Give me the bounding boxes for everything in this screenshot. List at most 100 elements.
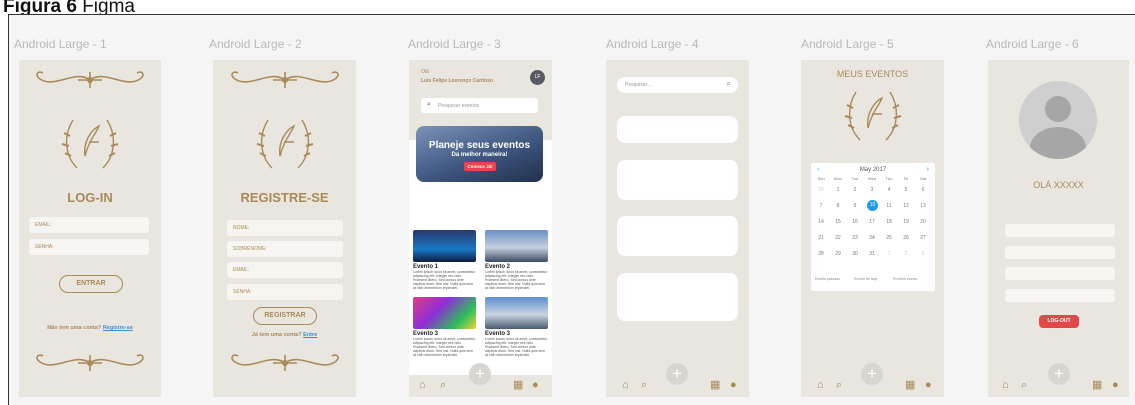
- calendar-day[interactable]: 2: [848, 187, 862, 193]
- add-event-button[interactable]: +: [469, 363, 491, 385]
- profile-field[interactable]: [1005, 246, 1115, 259]
- frame-label-4[interactable]: Android Large - 4: [606, 37, 699, 51]
- event-card[interactable]: Evento 1 Lorem ipsum dolor sit amet, con…: [413, 230, 476, 294]
- ornament-bottom-icon: [230, 354, 339, 371]
- frame-label-3[interactable]: Android Large - 3: [408, 37, 501, 51]
- search-icon[interactable]: ⌕: [836, 380, 842, 391]
- search-input[interactable]: Pesquisar... ⌕: [617, 77, 738, 93]
- profile-icon[interactable]: ●: [1112, 380, 1119, 391]
- calendar-day-selected[interactable]: 10: [867, 200, 878, 211]
- profile-field[interactable]: [1005, 224, 1115, 237]
- banner-start-button[interactable]: Comece Já!: [464, 162, 496, 171]
- calendar-day[interactable]: 31: [865, 251, 879, 257]
- calendar-day[interactable]: 27: [916, 235, 930, 241]
- calendar-day[interactable]: 4: [882, 187, 896, 193]
- calendar-day[interactable]: 1: [882, 251, 896, 257]
- calendar-day[interactable]: 19: [899, 219, 913, 225]
- calendar-icon[interactable]: ▦: [905, 380, 915, 391]
- calendar-day[interactable]: 6: [916, 187, 930, 193]
- register-button[interactable]: REGISTRAR: [253, 307, 317, 325]
- calendar-day[interactable]: 28: [814, 251, 828, 257]
- calendar-day[interactable]: 21: [814, 235, 828, 241]
- calendar-day[interactable]: 26: [899, 235, 913, 241]
- add-event-button[interactable]: +: [666, 363, 688, 385]
- home-icon[interactable]: ⌂: [1002, 380, 1009, 391]
- frame-label-2[interactable]: Android Large - 2: [209, 37, 302, 51]
- frame-label-5[interactable]: Android Large - 5: [801, 37, 894, 51]
- calendar-day[interactable]: 14: [814, 219, 828, 225]
- add-event-button[interactable]: +: [861, 363, 883, 385]
- profile-field[interactable]: [1005, 267, 1115, 280]
- home-icon[interactable]: ⌂: [622, 380, 629, 391]
- calendar-day[interactable]: 8: [831, 203, 845, 209]
- search-icon: ⌕: [726, 79, 731, 88]
- result-card[interactable]: [617, 273, 738, 321]
- calendar-day[interactable]: 16: [848, 219, 862, 225]
- frame-label-6[interactable]: Android Large - 6: [986, 37, 1079, 51]
- calendar-day[interactable]: 13: [916, 203, 930, 209]
- weekday-label: Mon: [834, 176, 842, 181]
- calendar-day[interactable]: 23: [848, 235, 862, 241]
- add-event-button[interactable]: +: [1048, 363, 1070, 385]
- avatar[interactable]: LF: [530, 70, 545, 85]
- name-field[interactable]: NOME:: [227, 220, 343, 236]
- calendar-day[interactable]: 1: [831, 187, 845, 193]
- calendar-day[interactable]: 24: [865, 235, 879, 241]
- register-link[interactable]: Registre-se: [103, 325, 133, 331]
- calendar-day[interactable]: 29: [831, 251, 845, 257]
- result-card[interactable]: [617, 216, 738, 256]
- legend-next: Próximo evento: [893, 277, 918, 281]
- calendar-day[interactable]: 25: [882, 235, 896, 241]
- calendar-day[interactable]: 12: [899, 203, 913, 209]
- calendar-day[interactable]: 15: [831, 219, 845, 225]
- result-card[interactable]: [617, 116, 738, 143]
- calendar-day[interactable]: 7: [814, 203, 828, 209]
- calendar-day[interactable]: 3: [916, 251, 930, 257]
- enter-button[interactable]: ENTRAR: [59, 275, 123, 293]
- calendar-day[interactable]: 30: [814, 187, 828, 193]
- next-month-icon[interactable]: ›: [927, 166, 929, 173]
- calendar-icon[interactable]: ▦: [710, 380, 720, 391]
- event-search-input[interactable]: ⌕ Pesquisar eventos: [421, 98, 538, 113]
- password-field[interactable]: SENHA:: [29, 239, 149, 255]
- home-icon[interactable]: ⌂: [419, 380, 426, 391]
- calendar-day[interactable]: 18: [882, 219, 896, 225]
- event-description: Lorem ipsum dolor sit amet, consectetur …: [485, 337, 548, 357]
- login-link[interactable]: Entre: [303, 332, 317, 338]
- logout-button[interactable]: LOG-OUT: [1039, 315, 1079, 328]
- calendar-icon[interactable]: ▦: [1092, 380, 1102, 391]
- search-icon[interactable]: ⌕: [440, 380, 446, 391]
- calendar-day[interactable]: 5: [899, 187, 913, 193]
- calendar-day[interactable]: 2: [899, 251, 913, 257]
- calendar-day[interactable]: 9: [848, 203, 862, 209]
- event-card[interactable]: Evento 3 Lorem ipsum dolor sit amet, con…: [485, 297, 548, 361]
- event-card[interactable]: Evento 2 Lorem ipsum dolor sit amet, con…: [485, 230, 548, 294]
- email-field[interactable]: EMAIL:: [29, 217, 149, 233]
- result-card[interactable]: [617, 160, 738, 200]
- calendar-day[interactable]: 30: [848, 251, 862, 257]
- calendar-icon[interactable]: ▦: [513, 380, 523, 391]
- email-field[interactable]: EMAIL:: [227, 262, 343, 278]
- calendar-day[interactable]: 17: [865, 219, 879, 225]
- calendar-day[interactable]: 20: [916, 219, 930, 225]
- profile-avatar[interactable]: [1019, 81, 1097, 159]
- profile-icon[interactable]: ●: [532, 380, 539, 391]
- calendar-day[interactable]: 11: [882, 203, 896, 209]
- event-image: [485, 297, 548, 329]
- surname-field[interactable]: SOBRENOME:: [227, 241, 343, 257]
- frame-label-1[interactable]: Android Large - 1: [14, 37, 107, 51]
- calendar-day[interactable]: 3: [865, 187, 879, 193]
- promo-banner[interactable]: Planeje seus eventos Da melhor maneira! …: [416, 126, 543, 182]
- weekday-label: Thu: [885, 176, 893, 181]
- profile-icon[interactable]: ●: [925, 380, 932, 391]
- search-icon[interactable]: ⌕: [641, 380, 647, 391]
- home-icon[interactable]: ⌂: [817, 380, 824, 391]
- bottom-nav: ⌂ ⌕ + ▦ ●: [409, 363, 552, 397]
- event-image: [485, 230, 548, 262]
- search-icon[interactable]: ⌕: [1021, 380, 1027, 391]
- profile-field[interactable]: [1005, 289, 1115, 302]
- password-field[interactable]: SENHA:: [227, 284, 343, 300]
- profile-icon[interactable]: ●: [730, 380, 737, 391]
- event-card[interactable]: Evento 3 Lorem ipsum dolor sit amet, con…: [413, 297, 476, 361]
- calendar-day[interactable]: 22: [831, 235, 845, 241]
